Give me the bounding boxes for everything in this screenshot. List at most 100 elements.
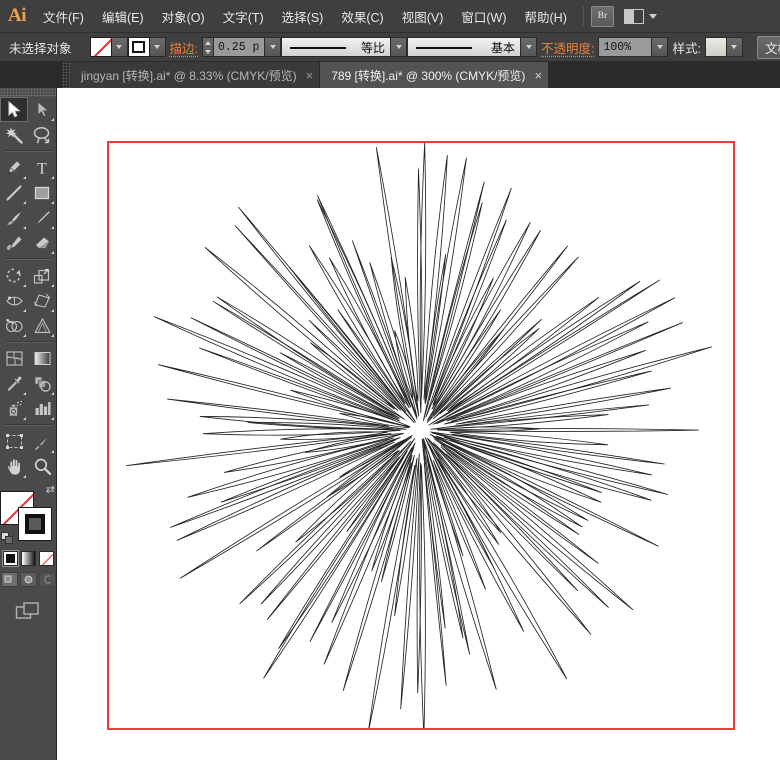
radial-starburst-artwork[interactable] [109,143,733,728]
graphic-style-dropdown-button[interactable] [727,37,743,57]
column-graph-tool[interactable] [28,396,56,421]
fill-swatch-none-icon[interactable] [90,37,112,57]
tool-flyout-corner-icon [51,309,54,312]
selection-tool[interactable] [0,97,28,122]
menu-object[interactable]: 对象(O) [153,3,214,30]
burst-petal[interactable] [437,429,698,432]
bridge-icon[interactable]: Br [591,6,614,27]
brush-definition-dropdown-button[interactable] [521,37,537,57]
opacity-dropdown-button[interactable] [652,37,668,57]
menu-effect[interactable]: 效果(C) [332,3,392,30]
gradient-tool[interactable] [28,346,56,371]
document-tab-jingyan[interactable]: jingyan [转换].ai* @ 8.33% (CMYK/预览) × [70,62,320,88]
type-tool[interactable]: T [28,155,56,180]
burst-petal[interactable] [438,459,567,679]
menu-select[interactable]: 选择(S) [273,3,333,30]
pen-tool[interactable] [0,155,28,180]
width-tool[interactable] [0,288,28,313]
free-transform-tool[interactable] [28,288,56,313]
close-icon[interactable]: × [306,69,314,82]
menu-file[interactable]: 文件(F) [34,3,93,30]
opacity-label[interactable]: 不透明度: [537,38,598,57]
document-tab-789[interactable]: 789 [转换].ai* @ 300% (CMYK/预览) × [320,62,549,88]
stroke-color-swatch[interactable] [18,507,52,541]
blob-brush-tool[interactable] [0,230,28,255]
width-profile-select[interactable]: 等比 [281,37,391,57]
fill-swatch-group[interactable] [90,37,128,57]
artboard-tool[interactable] [0,429,28,454]
width-profile-group[interactable]: 等比 [281,37,407,57]
stroke-swatch-group[interactable] [128,37,166,57]
document-canvas[interactable] [58,88,780,772]
magic-wand-tool[interactable] [0,122,28,147]
burst-petal[interactable] [434,257,578,416]
tab-bar-grip[interactable] [62,62,70,88]
perspective-grid-tool[interactable] [28,313,56,338]
lasso-tool[interactable] [28,122,56,147]
draw-inside[interactable] [39,572,56,587]
stroke-weight-stepper[interactable] [202,37,213,57]
draw-normal[interactable] [1,572,18,587]
rectangle-tool[interactable] [28,180,56,205]
burst-petal[interactable] [431,432,652,475]
blend-tool[interactable] [28,371,56,396]
stroke-weight-input[interactable]: 0.25 p [213,37,265,57]
menu-window[interactable]: 窗口(W) [452,3,515,30]
default-fill-stroke-icon[interactable] [1,532,14,545]
graphic-style-group[interactable] [705,37,743,57]
stroke-swatch-icon[interactable] [128,37,150,57]
menu-view[interactable]: 视图(V) [393,3,453,30]
hand-tool[interactable] [0,454,28,479]
draw-behind[interactable] [20,572,37,587]
menu-help[interactable]: 帮助(H) [516,3,576,30]
burst-petal[interactable] [405,277,418,400]
fill-dropdown-button[interactable] [112,37,128,57]
screen-mode[interactable] [15,601,41,628]
tools-panel-grip[interactable] [0,88,56,97]
opacity-input[interactable]: 100% [598,37,652,57]
stroke-weight-label[interactable]: 描边: [166,38,202,57]
burst-petal[interactable] [310,448,412,641]
slice-tool[interactable] [28,429,56,454]
mesh-tool[interactable] [0,346,28,371]
burst-petal[interactable] [154,317,399,421]
pencil-tool[interactable] [28,205,56,230]
opacity-group[interactable]: 100% [598,37,668,57]
burst-petal[interactable] [423,439,496,690]
line-segment-tool[interactable] [0,180,28,205]
burst-petal[interactable] [441,447,633,610]
burst-petal[interactable] [429,280,660,425]
burst-petal[interactable] [418,169,422,413]
graphic-style-swatch[interactable] [705,37,727,57]
brush-definition-select[interactable]: 基本 [407,37,521,57]
burst-petal[interactable] [126,434,391,466]
rotate-tool[interactable] [0,263,28,288]
stroke-weight-dropdown-button[interactable] [265,37,281,57]
swap-fill-stroke-icon[interactable]: ⇄ [46,485,55,496]
menu-edit[interactable]: 编辑(E) [93,3,153,30]
menu-type[interactable]: 文字(T) [214,3,273,30]
burst-petal[interactable] [191,318,399,419]
document-setup-button[interactable]: 文档 [757,36,780,59]
scale-tool[interactable] [28,263,56,288]
stroke-weight-group[interactable]: 0.25 p [202,37,281,57]
close-icon[interactable]: × [534,69,542,82]
shape-builder-tool[interactable] [0,313,28,338]
eyedropper-tool[interactable] [0,371,28,396]
color-mode-none[interactable] [39,551,54,566]
arrange-documents-button[interactable] [624,9,657,24]
eraser-tool[interactable] [28,230,56,255]
width-profile-dropdown-button[interactable] [391,37,407,57]
paintbrush-tool[interactable] [0,205,28,230]
burst-petal[interactable] [448,281,639,411]
color-mode-solid[interactable] [3,551,18,566]
brush-definition-group[interactable]: 基本 [407,37,537,57]
artboard[interactable] [107,141,735,730]
zoom-tool[interactable] [28,454,56,479]
burst-petal[interactable] [434,230,541,409]
burst-petal[interactable] [428,439,590,634]
color-mode-gradient[interactable] [21,551,36,566]
symbol-sprayer-tool[interactable] [0,396,28,421]
stroke-dropdown-button[interactable] [150,37,166,57]
direct-selection-tool[interactable] [28,97,56,122]
